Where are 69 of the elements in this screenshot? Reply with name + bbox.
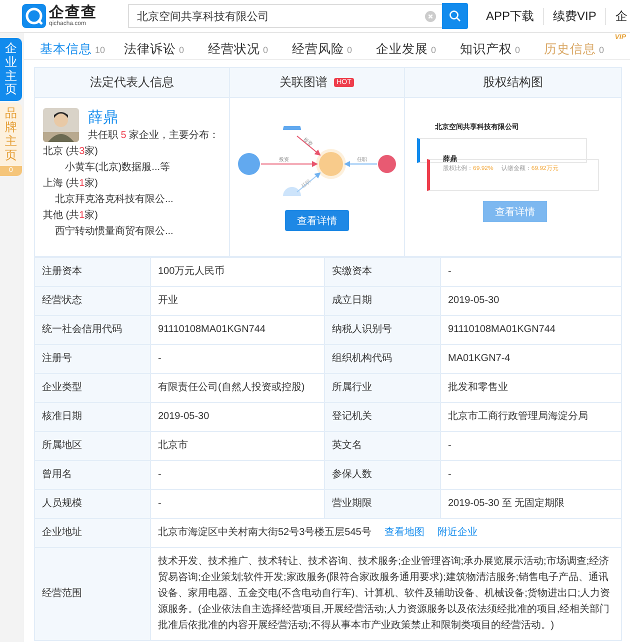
field-value: 100万元人民币 bbox=[151, 258, 325, 287]
company-link[interactable]: 小黄车(北京)数据服...等 bbox=[43, 160, 221, 176]
view-details-button[interactable]: 查看详情 bbox=[285, 210, 349, 231]
header-link[interactable]: 续费VIP bbox=[543, 8, 606, 24]
region-count: 其他 (共1家) bbox=[43, 208, 100, 223]
search-field[interactable]: 北京空间共享科技有限公司 bbox=[128, 4, 442, 28]
field-value: - bbox=[441, 461, 622, 490]
field-value: MA01KGN7-4 bbox=[441, 345, 622, 374]
company-link[interactable]: 西宁转动惯量商贸有限公... bbox=[43, 224, 221, 240]
nav-tab[interactable]: 法律诉讼 0 bbox=[124, 34, 208, 58]
field-label: 实缴资本 bbox=[325, 258, 441, 287]
field-label: 企业地址 bbox=[35, 519, 151, 548]
field-label: 英文名 bbox=[325, 432, 441, 461]
table-link[interactable]: 附近企业 bbox=[437, 525, 478, 541]
logo-icon bbox=[22, 4, 46, 28]
header-link[interactable]: APP下载 bbox=[486, 8, 544, 24]
card-title: 关联图谱 bbox=[280, 74, 328, 91]
field-value: 2019-05-30 bbox=[441, 287, 622, 316]
field-label: 人员规模 bbox=[35, 490, 151, 519]
field-value: 91110108MA01KGN744 bbox=[151, 316, 325, 345]
field-label: 核准日期 bbox=[35, 403, 151, 432]
search-icon bbox=[449, 10, 461, 22]
field-label: 成立日期 bbox=[325, 287, 441, 316]
field-label: 营业期限 bbox=[325, 490, 441, 519]
field-label: 注册资本 bbox=[35, 258, 151, 287]
nav-tab[interactable]: 企业发展 0 bbox=[376, 34, 460, 58]
header-link[interactable]: 企 bbox=[605, 8, 630, 24]
field-value: 技术开发、技术推广、技术转让、技术咨询、技术服务;企业管理咨询;承办展览展示活动;市场调查;经济贸易咨询;企业策划;软件开发;家政服务(限符合家政服务通用要求);建筑物清洁服务;销售电子产品、通讯设备、家用电器、五金交电(不含电动自行车)、计算机、软件及辅助设备、机械设备;货物进出口;人力资源服务。(企业依法自主选择经营项目,开展经营活动;人力资源服务以及依法须经批准的项目,经相关部门批准后依批准的内容开展经营活动;不得从事本市产业政策禁止和限制类项目的经营活动。) bbox=[151, 548, 622, 641]
nav-tab[interactable]: 经营风险 0 bbox=[292, 34, 376, 58]
field-value: 北京市海淀区中关村南大街52号3号楼五层545号 bbox=[158, 526, 372, 540]
field-value: 批发和零售业 bbox=[441, 374, 622, 403]
field-label: 参保人数 bbox=[325, 461, 441, 490]
nav-tab[interactable]: 基本信息 10 bbox=[40, 34, 124, 58]
field-value: 北京市 bbox=[151, 432, 325, 461]
field-label: 注册号 bbox=[35, 345, 151, 374]
field-value: 91110108MA01KGN744 bbox=[441, 316, 622, 345]
field-label: 组织机构代码 bbox=[325, 345, 441, 374]
field-value: 2019-05-30 至 无固定期限 bbox=[441, 490, 622, 519]
field-value: - bbox=[151, 345, 325, 374]
field-label: 所属地区 bbox=[35, 432, 151, 461]
region-count: 北京 (共3家) bbox=[43, 144, 100, 159]
field-value: 北京市工商行政管理局海淀分局 bbox=[441, 403, 622, 432]
company-link[interactable]: 北京拜克洛克科技有限公... bbox=[43, 192, 221, 208]
card-title: 股权结构图 bbox=[483, 74, 543, 91]
search-button[interactable] bbox=[442, 3, 468, 29]
side-tab[interactable]: 企业主页 bbox=[0, 38, 22, 102]
field-label: 经营范围 bbox=[35, 548, 151, 641]
field-value: 有限责任公司(自然人投资或控股) bbox=[151, 374, 325, 403]
field-label: 纳税人识别号 bbox=[325, 316, 441, 345]
table-link[interactable]: 查看地图 bbox=[384, 525, 424, 541]
card-title: 法定代表人信息 bbox=[90, 74, 174, 91]
field-label: 统一社会信用代码 bbox=[35, 316, 151, 345]
field-value: 2019-05-30 bbox=[151, 403, 325, 432]
nav-tab[interactable]: 经营状况 0 bbox=[208, 34, 292, 58]
field-value: - bbox=[441, 432, 622, 461]
person-summary: 共任职 5 家企业，主要分布： bbox=[88, 128, 220, 143]
field-label: 曾用名 bbox=[35, 461, 151, 490]
field-label: 企业类型 bbox=[35, 374, 151, 403]
field-value: 开业 bbox=[151, 287, 325, 316]
person-name[interactable]: 薛鼎 bbox=[88, 108, 220, 128]
region-count: 上海 (共1家) bbox=[43, 176, 100, 191]
brand-name: 企查查 bbox=[49, 5, 97, 20]
field-label: 经营状态 bbox=[35, 287, 151, 316]
field-value: - bbox=[151, 490, 325, 519]
field-value: - bbox=[441, 258, 622, 287]
nav-tab[interactable]: 知识产权 0 bbox=[460, 34, 544, 58]
field-value: - bbox=[151, 461, 325, 490]
field-label: 登记机关 bbox=[325, 403, 441, 432]
field-label: 所属行业 bbox=[325, 374, 441, 403]
